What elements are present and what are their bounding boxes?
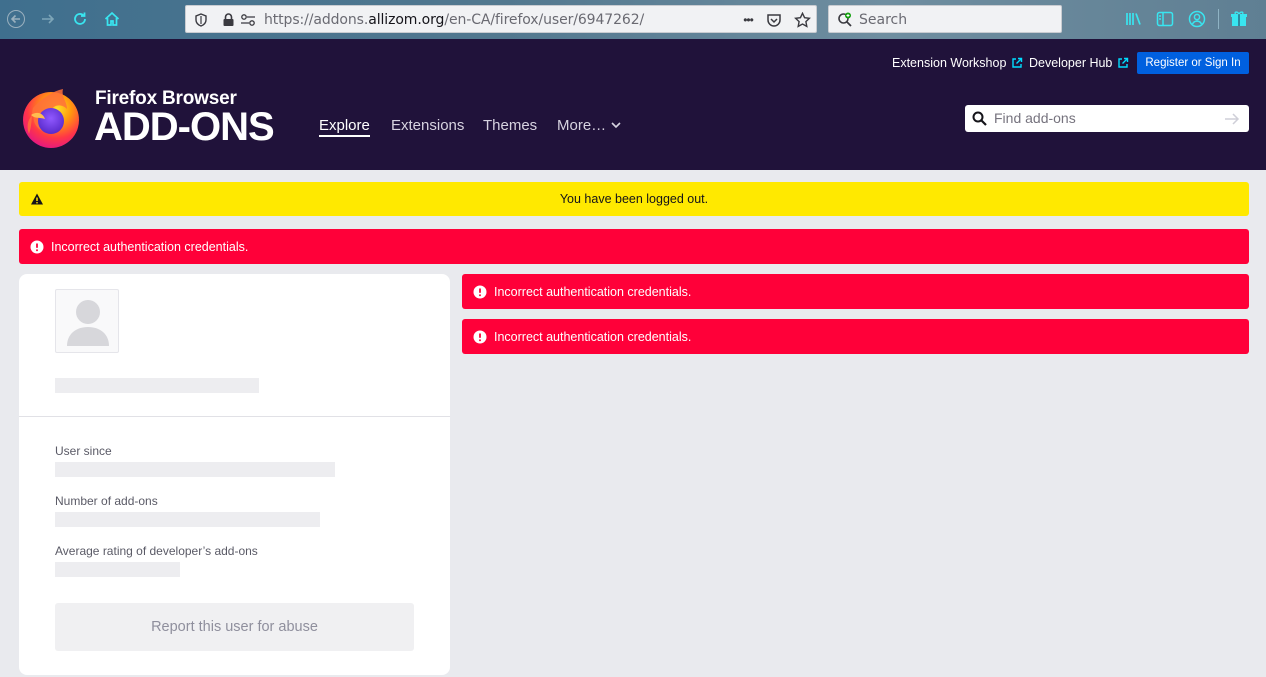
error-text: Incorrect authentication credentials. [494,329,692,344]
arrow-right-icon[interactable] [1224,112,1240,126]
number-of-addons-value-placeholder [55,512,320,527]
error-icon [473,330,487,343]
tracking-shield-icon[interactable] [192,11,210,29]
user-since-label: User since [55,444,112,458]
firefox-logo-icon[interactable] [19,85,83,149]
average-rating-value-placeholder [55,562,180,577]
error-icon [30,240,44,253]
nav-extensions[interactable]: Extensions [391,117,464,134]
home-button[interactable] [100,7,124,31]
username-placeholder [55,378,259,393]
user-profile-card: User since Number of add-ons Average rat… [19,274,450,675]
user-avatar [55,289,119,353]
search-engine-icon [836,11,854,29]
logged-out-notice: You have been logged out. [19,182,1249,216]
forward-button[interactable] [36,7,60,31]
browser-toolbar: https://addons.allizom.org/en-CA/firefox… [0,0,1266,39]
card-divider [19,416,450,417]
home-icon [104,11,120,26]
developer-hub-label: Developer Hub [1029,56,1113,70]
average-rating-label: Average rating of developer’s add-ons [55,544,258,558]
browser-search-bar[interactable]: Search [828,5,1062,33]
warning-icon [31,193,43,205]
search-icon [972,111,987,126]
report-abuse-button[interactable]: Report this user for abuse [55,603,414,651]
site-header: Extension Workshop Developer Hub Registe… [0,39,1266,170]
nav-more-dropdown[interactable]: More… [557,117,621,134]
forward-arrow-icon [42,14,55,24]
developer-hub-link[interactable]: Developer Hub [1029,56,1129,70]
page-actions-menu-icon[interactable]: ••• [737,11,759,29]
bookmark-star-icon[interactable] [793,11,811,29]
extension-gift-icon[interactable] [1229,9,1249,29]
library-icon[interactable] [1124,9,1144,29]
addon-search-input[interactable]: Find add-ons [965,105,1249,132]
sidebar-icon[interactable] [1155,9,1175,29]
extension-workshop-link[interactable]: Extension Workshop [892,56,1023,70]
nav-explore[interactable]: Explore [319,117,370,137]
reload-icon [74,12,86,25]
external-link-icon [1118,57,1129,68]
back-button[interactable] [4,7,28,31]
register-sign-in-button[interactable]: Register or Sign In [1137,52,1249,74]
lock-icon[interactable] [219,11,237,29]
address-bar[interactable]: https://addons.allizom.org/en-CA/firefox… [185,5,817,33]
back-arrow-icon [7,10,25,28]
browser-search-placeholder: Search [859,12,908,28]
error-notice: Incorrect authentication credentials. [19,229,1249,264]
reload-button[interactable] [68,7,92,31]
url-text: https://addons.allizom.org/en-CA/firefox… [264,12,645,28]
error-text: Incorrect authentication credentials. [494,284,692,299]
nav-more-label: More… [557,117,607,134]
logged-out-text: You have been logged out. [559,192,709,206]
user-since-value-placeholder [55,462,335,477]
chevron-down-icon [611,122,621,129]
default-user-icon [67,300,109,346]
pocket-icon[interactable] [765,11,783,29]
account-icon[interactable] [1187,9,1207,29]
brand-title[interactable]: ADD-ONS [94,105,275,150]
permissions-icon[interactable] [239,11,257,29]
error-notice: Incorrect authentication credentials. [462,319,1249,354]
nav-themes[interactable]: Themes [483,117,537,134]
error-icon [473,285,487,298]
number-of-addons-label: Number of add-ons [55,494,158,508]
external-link-icon [1012,57,1023,68]
error-notice: Incorrect authentication credentials. [462,274,1249,309]
toolbar-separator [1218,9,1219,29]
error-text: Incorrect authentication credentials. [51,239,249,254]
extension-workshop-label: Extension Workshop [892,56,1007,70]
addon-search-placeholder: Find add-ons [994,110,1076,126]
